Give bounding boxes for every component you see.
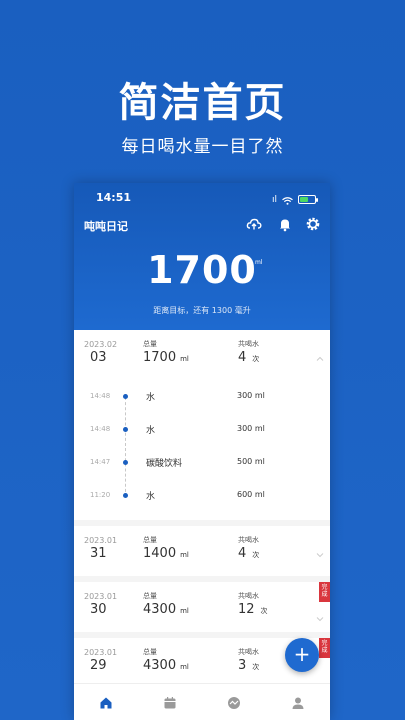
add-drink-button[interactable]: + xyxy=(285,638,319,672)
count-label: 共喝水 xyxy=(238,592,259,600)
battery-icon xyxy=(298,195,318,204)
chevron-down-icon[interactable] xyxy=(316,608,324,622)
day-total-value: 4300 xyxy=(143,602,177,617)
day-date: 29 xyxy=(90,658,107,673)
status-time: 14:51 xyxy=(96,191,132,204)
day-count-unit: 次 xyxy=(252,663,260,671)
tab-bar xyxy=(74,683,330,720)
total-label: 总量 xyxy=(143,340,157,348)
day-total: 4300 ml xyxy=(143,602,189,617)
entry-time: 14:48 xyxy=(90,425,111,433)
day-count-unit: 次 xyxy=(252,551,260,559)
day-count-value: 3 xyxy=(238,658,247,673)
day-date: 03 xyxy=(90,350,107,365)
cloud-upload-icon[interactable] xyxy=(246,216,262,232)
day-count-value: 4 xyxy=(238,350,247,365)
chevron-down-icon[interactable] xyxy=(316,544,324,558)
entry-time: 14:47 xyxy=(90,458,111,466)
total-label: 总量 xyxy=(143,536,157,544)
total-label: 总量 xyxy=(143,648,157,656)
today-total: 1700 xyxy=(147,248,257,292)
day-count: 4次 xyxy=(238,350,259,365)
entry-drink: 水 xyxy=(146,492,156,502)
day-total: 4300 ml xyxy=(143,658,189,673)
complete-badge: 完成 xyxy=(319,582,330,602)
timeline-dot xyxy=(123,460,128,465)
day-count-unit: 次 xyxy=(260,607,268,615)
timeline-dot xyxy=(123,427,128,432)
day-total-unit: ml xyxy=(180,551,189,559)
day-total-value: 1400 xyxy=(143,546,177,561)
phone-screen: 14:51 ıl 吨吨日记 1700 ml 距离目标，还有 1300 毫升 20… xyxy=(74,183,330,720)
entry-amount: 600 ml xyxy=(237,490,265,499)
day-total-value: 1700 xyxy=(143,350,177,365)
list-item[interactable]: 14:48 水 300 ml xyxy=(74,413,330,446)
today-total-unit: ml xyxy=(255,259,263,266)
entry-drink: 碳酸饮料 xyxy=(146,459,183,469)
day-count-value: 12 xyxy=(238,602,255,617)
day-total-unit: ml xyxy=(180,355,189,363)
gear-icon[interactable] xyxy=(305,216,321,232)
day-year-month: 2023.01 xyxy=(84,592,118,601)
day-card[interactable]: 2023.02 03 总量 1700 ml 共喝水 4次 14:48 水 300 … xyxy=(74,330,330,520)
entry-amount: 300 ml xyxy=(237,391,265,400)
entry-amount: 500 ml xyxy=(237,457,265,466)
promo-title: 简洁首页 xyxy=(118,80,287,126)
day-total-unit: ml xyxy=(180,663,189,671)
day-card[interactable]: 2023.01 31 总量 1400 ml 共喝水 4次 xyxy=(74,526,330,576)
day-list[interactable]: 2023.02 03 总量 1700 ml 共喝水 4次 14:48 水 300 … xyxy=(74,330,330,688)
day-total-value: 4300 xyxy=(143,658,177,673)
day-total: 1400 ml xyxy=(143,546,189,561)
day-count: 3次 xyxy=(238,658,259,673)
day-year-month: 2023.01 xyxy=(84,536,118,545)
calendar-icon[interactable] xyxy=(163,695,177,709)
day-total: 1700 ml xyxy=(143,350,189,365)
day-count: 12 次 xyxy=(238,602,268,617)
stats-icon[interactable] xyxy=(227,695,241,709)
day-summary[interactable]: 2023.02 03 总量 1700 ml 共喝水 4次 xyxy=(74,330,330,380)
day-summary[interactable]: 2023.01 30 总量 4300 ml 共喝水 12 次 完成 xyxy=(74,582,330,632)
day-count: 4次 xyxy=(238,546,259,561)
day-count-value: 4 xyxy=(238,546,247,561)
timeline-dot xyxy=(123,493,128,498)
list-item[interactable]: 14:47 碳酸饮料 500 ml xyxy=(74,446,330,479)
promo-subtitle: 每日喝水量一目了然 xyxy=(121,137,284,157)
complete-badge: 完成 xyxy=(319,638,330,658)
count-label: 共喝水 xyxy=(238,536,259,544)
day-summary[interactable]: 2023.01 31 总量 1400 ml 共喝水 4次 xyxy=(74,526,330,576)
day-date: 31 xyxy=(90,546,107,561)
entries-list: 14:48 水 300 ml 14:48 水 300 ml 14:47 碳酸饮料… xyxy=(74,380,330,512)
day-card[interactable]: 2023.01 30 总量 4300 ml 共喝水 12 次 完成 xyxy=(74,582,330,632)
entry-time: 11:20 xyxy=(90,491,111,499)
day-count-unit: 次 xyxy=(252,355,260,363)
app-header: 14:51 ıl 吨吨日记 1700 ml 距离目标，还有 1300 毫升 xyxy=(74,183,330,330)
chevron-up-icon[interactable] xyxy=(316,348,324,361)
home-icon[interactable] xyxy=(99,695,113,709)
list-item[interactable]: 11:20 水 600 ml xyxy=(74,479,330,512)
entry-amount: 300 ml xyxy=(237,424,265,433)
entry-time: 14:48 xyxy=(90,392,111,400)
profile-icon[interactable] xyxy=(291,695,305,709)
day-year-month: 2023.01 xyxy=(84,648,118,657)
remaining-text: 距离目标，还有 1300 毫升 xyxy=(153,306,251,315)
timeline-dot xyxy=(123,394,128,399)
signal-icon: ıl xyxy=(271,194,277,205)
day-date: 30 xyxy=(90,602,107,617)
bell-icon[interactable] xyxy=(277,216,293,232)
status-icons: ıl xyxy=(271,190,318,209)
entry-drink: 水 xyxy=(146,393,156,403)
app-title: 吨吨日记 xyxy=(84,220,128,233)
day-total-unit: ml xyxy=(180,607,189,615)
day-year-month: 2023.02 xyxy=(84,340,118,349)
entry-drink: 水 xyxy=(146,426,156,436)
count-label: 共喝水 xyxy=(238,648,259,656)
list-item[interactable]: 14:48 水 300 ml xyxy=(74,380,330,413)
count-label: 共喝水 xyxy=(238,340,259,348)
wifi-icon xyxy=(282,190,293,209)
total-label: 总量 xyxy=(143,592,157,600)
